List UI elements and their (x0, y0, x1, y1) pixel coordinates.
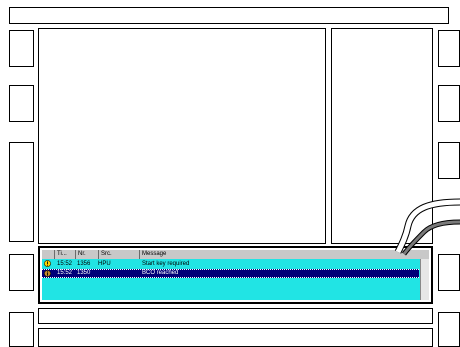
warning-icon (44, 260, 51, 267)
left-softkey-1[interactable] (9, 30, 34, 67)
info-icon (44, 270, 51, 277)
alarm-list-panel: Ti... Nr. Src. Message 15:52 1356 HPU St… (38, 246, 433, 304)
bottom-bar (38, 328, 433, 347)
alarm-time: 15:52 (57, 270, 73, 276)
status-bar (38, 308, 433, 324)
column-time-header[interactable]: Ti... (55, 250, 76, 259)
main-view-pane (38, 28, 326, 244)
column-icon (42, 250, 55, 259)
alarm-nr: 1356 (77, 261, 91, 267)
column-message-header[interactable]: Message (140, 250, 420, 259)
alarm-time: 15:52 (57, 261, 73, 267)
alarm-list-scrollbar[interactable] (420, 259, 429, 300)
alarm-src: HPU (98, 261, 111, 267)
alarm-row-selected[interactable]: 15:52 1350 BCO reached (42, 269, 419, 278)
left-softkey-3[interactable] (9, 142, 34, 242)
top-bar (9, 7, 449, 24)
alarm-message: Start key required (142, 261, 190, 267)
right-softkey-5[interactable] (438, 312, 460, 347)
alarm-message: BCO reached (142, 270, 179, 276)
alarm-row[interactable]: 15:52 1356 HPU Start key required (42, 260, 419, 268)
column-src-header[interactable]: Src. (99, 250, 140, 259)
alarm-list-body: 15:52 1356 HPU Start key required 15:52 … (42, 259, 429, 300)
alarm-list-header: Ti... Nr. Src. Message (42, 250, 429, 259)
left-softkey-5[interactable] (9, 312, 34, 347)
right-softkey-4[interactable] (438, 254, 460, 291)
left-softkey-4[interactable] (9, 254, 34, 291)
pointer-cable-icon (394, 198, 460, 256)
left-softkey-2[interactable] (9, 85, 34, 122)
right-softkey-1[interactable] (438, 30, 460, 67)
column-nr-header[interactable]: Nr. (76, 250, 99, 259)
right-softkey-3[interactable] (438, 142, 460, 179)
alarm-nr: 1350 (77, 270, 91, 276)
right-softkey-2[interactable] (438, 85, 460, 122)
